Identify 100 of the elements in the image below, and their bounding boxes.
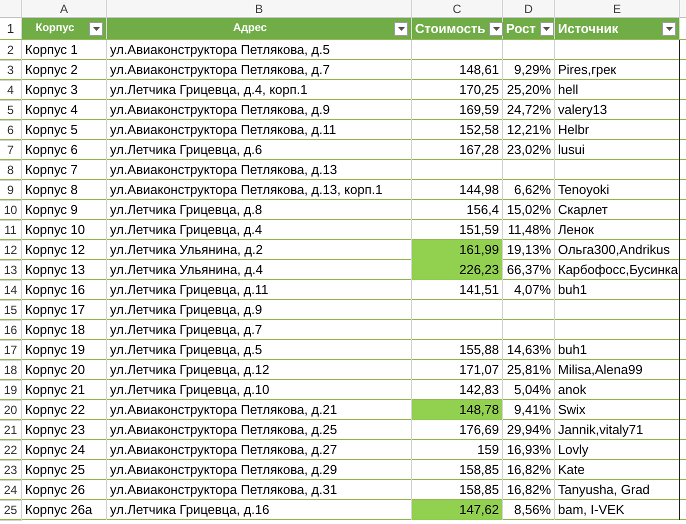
table-cell-text: 66,37%: [506, 261, 551, 279]
table-cell-text: ул.Авиаконструктора Петлякова, д.27: [110, 441, 338, 459]
table-cell-text: lusui: [558, 141, 585, 159]
table-cell-text: 11,48%: [508, 221, 551, 239]
table-cell-text: ул.Летчика Грицевца, д.10: [110, 381, 270, 399]
row-number: 1: [6, 20, 14, 38]
column-letter[interactable]: D: [524, 0, 533, 18]
table-cell-text: 4,07%: [514, 281, 551, 299]
table-cell-text: ул.Авиаконструктора Петлякова, д.21: [110, 401, 338, 419]
table-cell-text: hell: [558, 81, 578, 99]
table-cell-text: ул.Летчика Грицевца, д.7: [110, 321, 262, 339]
table-cell-text: Корпус 9: [25, 201, 78, 219]
column-letter[interactable]: B: [254, 0, 263, 18]
table-cell-text: 24,72%: [506, 101, 551, 119]
table-cell: 171,07: [412, 360, 503, 380]
table-cell-text: Корпус 13: [25, 261, 85, 279]
table-cell-text: ул.Летчика Ульянина, д.4: [110, 261, 263, 279]
table-cell-text: ул.Авиаконструктора Петлякова, д.29: [110, 461, 338, 479]
table-cell-text: Корпус 8: [25, 181, 78, 199]
table-cell: 226,23: [412, 260, 503, 280]
row-number: 24: [4, 482, 18, 499]
table-cell-text: 9,41%: [514, 401, 551, 419]
table-cell-text: 16,93%: [506, 441, 551, 459]
row-number: 3: [7, 62, 14, 79]
table-cell-text: Lovly: [558, 441, 588, 459]
table-cell-text: Корпус 21: [25, 381, 85, 399]
table-cell-text: bam, I-VEK: [558, 501, 624, 519]
table-cell-text: 16,82%: [506, 461, 551, 479]
table-cell-text: 14,63%: [506, 341, 551, 359]
table-cell: 158,85: [412, 460, 503, 480]
column-letter[interactable]: C: [452, 0, 462, 18]
table-cell-text: ул.Летчика Грицевца, д.9: [110, 301, 262, 319]
row-number: 11: [4, 222, 17, 239]
table-cell-text: Карбофосс,Бусинка: [558, 261, 678, 279]
table-cell-text: ул.Летчика Грицевца, д.12: [110, 361, 270, 379]
table-cell-text: 6,62%: [514, 181, 551, 199]
table-cell: 144,98: [412, 180, 503, 200]
table-cell: 156,4: [412, 200, 503, 220]
row-number: 4: [7, 82, 14, 99]
filter-dropdown-button[interactable]: [394, 22, 408, 36]
row-number: 15: [4, 302, 18, 319]
table-cell-text: 25,20%: [506, 81, 551, 99]
table-cell-text: Корпус 23: [25, 421, 85, 439]
table-cell-text: ул.Авиаконструктора Петлякова, д.13: [110, 161, 338, 179]
header-cell: Рост: [503, 18, 555, 39]
table-cell: 161,99: [412, 240, 503, 260]
row-number: 16: [4, 322, 18, 339]
table-cell-text: ул.Летчика Грицевца, д.4: [110, 221, 262, 239]
header-cell: Корпус: [22, 18, 107, 39]
table-cell-text: ул.Летчика Грицевца, д.6: [110, 141, 262, 159]
table-cell: 167,28: [412, 140, 503, 160]
row-number: 5: [7, 102, 14, 119]
table-cell-text: 12,21%: [506, 121, 551, 139]
row-number: 2: [7, 42, 14, 59]
table-cell-text: 23,02%: [506, 141, 551, 159]
column-letter[interactable]: A: [60, 0, 68, 18]
table-cell-text: ул.Летчика Грицевца, д.16: [110, 501, 270, 519]
caret-icon: [666, 26, 672, 30]
row-number: 17: [4, 342, 18, 359]
table-cell-text: Корпус 18: [25, 321, 85, 339]
table-cell-text: Tenoyoki: [558, 181, 610, 199]
table-cell: 159: [412, 440, 503, 460]
table-cell: 147,62: [412, 500, 503, 520]
row-number: 8: [7, 162, 14, 179]
row-number: 7: [7, 142, 14, 159]
table-cell: 148,78: [412, 400, 503, 420]
table-cell: 155,88: [412, 340, 503, 360]
column-letter[interactable]: E: [612, 0, 621, 18]
table-cell-text: Helbr: [558, 121, 590, 139]
table-cell-text: Kate: [558, 461, 585, 479]
filter-dropdown-button[interactable]: [489, 22, 504, 36]
table-cell-text: Корпус 1: [25, 41, 78, 59]
table-cell-text: ул.Авиаконструктора Петлякова, д.7: [110, 61, 330, 79]
caret-icon: [398, 26, 404, 30]
table-cell: 141,51: [412, 280, 503, 300]
table-cell-text: Корпус 7: [25, 161, 78, 179]
table-cell-text: ул.Авиаконструктора Петлякова, д.11: [110, 121, 336, 139]
table-cell-text: Корпус 10: [25, 221, 85, 239]
table-cell-text: ул.Летчика Ульянина, д.2: [110, 241, 263, 259]
table-cell-text: 8,56%: [514, 501, 551, 519]
table-cell-text: Корпус 5: [25, 121, 78, 139]
table-cell-text: 15,02%: [506, 201, 551, 219]
table-cell-text: Jannik,vitaly71: [558, 421, 644, 439]
table-cell-text: Корпус 22: [25, 401, 85, 419]
table-cell-text: ул.Авиаконструктора Петлякова, д.31: [110, 481, 338, 499]
filter-dropdown-button[interactable]: [540, 22, 554, 36]
table-cell-text: Корпус 25: [25, 461, 85, 479]
table-cell-text: 5,04%: [514, 381, 551, 399]
filter-dropdown-button[interactable]: [89, 22, 103, 36]
table-cell-text: Корпус 12: [25, 241, 85, 259]
table-cell-text: Корпус 26а: [25, 501, 92, 519]
table-cell-text: ул.Авиаконструктора Петлякова, д.9: [110, 101, 330, 119]
table-cell-text: Корпус 17: [25, 301, 85, 319]
table-cell-text: 9,29%: [514, 61, 551, 79]
table-cell-text: buh1: [558, 341, 587, 359]
filter-dropdown-button[interactable]: [662, 22, 676, 36]
row-number: 25: [4, 502, 18, 519]
row-number: 12: [4, 242, 18, 259]
table-cell-text: Pires,грек: [558, 61, 616, 79]
table-cell-text: Скарлет: [558, 201, 608, 219]
